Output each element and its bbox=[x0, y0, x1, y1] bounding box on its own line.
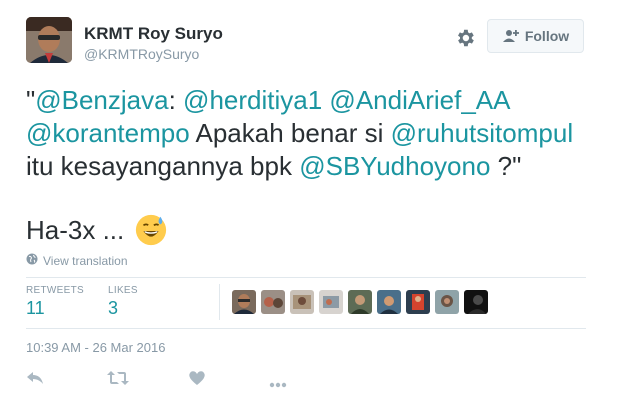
tweet-timestamp[interactable]: 10:39 AM - 26 Mar 2016 bbox=[26, 340, 165, 355]
tweet-text-fragment: Apakah benar si bbox=[189, 118, 391, 148]
retweets-label: RETWEETS bbox=[26, 285, 84, 296]
mention-link[interactable]: @SBYudhoyono bbox=[299, 151, 490, 181]
retweets-stat[interactable]: RETWEETS 11 bbox=[26, 285, 84, 319]
liker-avatar[interactable] bbox=[348, 290, 372, 314]
stats-divider bbox=[219, 284, 220, 320]
likes-stat[interactable]: LIKES 3 bbox=[108, 285, 138, 319]
add-user-icon bbox=[502, 29, 520, 43]
divider bbox=[26, 277, 586, 278]
liker-avatar[interactable] bbox=[435, 290, 459, 314]
divider bbox=[26, 328, 586, 329]
tweet-text-fragment: ?" bbox=[490, 151, 522, 181]
display-name[interactable]: KRMT Roy Suryo bbox=[84, 24, 223, 44]
tweet-text-fragment: : bbox=[168, 85, 184, 115]
heart-icon[interactable] bbox=[188, 370, 206, 391]
liker-avatar[interactable] bbox=[319, 290, 343, 314]
mention-link[interactable]: @korantempo bbox=[26, 118, 190, 148]
follow-label: Follow bbox=[524, 28, 570, 44]
quote-mark: " bbox=[26, 85, 36, 115]
mention-link[interactable]: @ruhutsitompul bbox=[391, 118, 573, 148]
tweet-text: "@Benzjava: @herditiya1 @AndiArief_AA @k… bbox=[26, 84, 606, 183]
follow-button[interactable]: Follow bbox=[487, 19, 584, 53]
tweet-text-laugh: Ha-3x ... bbox=[26, 213, 168, 247]
mention-link[interactable]: @AndiArief_AA bbox=[329, 85, 510, 115]
globe-icon bbox=[26, 253, 38, 268]
reply-icon[interactable] bbox=[26, 370, 44, 391]
liker-avatar[interactable] bbox=[232, 290, 256, 314]
likes-count: 3 bbox=[108, 298, 119, 318]
grinning-sweat-emoji-icon bbox=[134, 213, 168, 247]
liker-avatar[interactable] bbox=[464, 290, 488, 314]
liker-avatar[interactable] bbox=[261, 290, 285, 314]
more-icon[interactable] bbox=[269, 375, 287, 393]
likes-label: LIKES bbox=[108, 285, 138, 296]
liker-avatar[interactable] bbox=[290, 290, 314, 314]
retweet-icon[interactable] bbox=[107, 370, 129, 391]
liker-avatar[interactable] bbox=[406, 290, 430, 314]
tweet-text-fragment: itu kesayangannya bpk bbox=[26, 151, 300, 181]
laugh-text: Ha-3x ... bbox=[26, 214, 125, 245]
mention-link[interactable]: @Benzjava bbox=[35, 85, 168, 115]
view-translation-label: View translation bbox=[43, 253, 128, 268]
mention-link[interactable]: @herditiya1 bbox=[183, 85, 322, 115]
liker-avatars bbox=[232, 290, 488, 314]
user-handle[interactable]: @KRMTRoySuryo bbox=[84, 46, 199, 62]
gear-icon[interactable] bbox=[454, 27, 476, 49]
avatar[interactable] bbox=[26, 17, 72, 63]
liker-avatar[interactable] bbox=[377, 290, 401, 314]
retweets-count: 11 bbox=[26, 298, 45, 318]
tweet-actions bbox=[26, 370, 326, 390]
view-translation-link[interactable]: View translation bbox=[26, 253, 128, 268]
